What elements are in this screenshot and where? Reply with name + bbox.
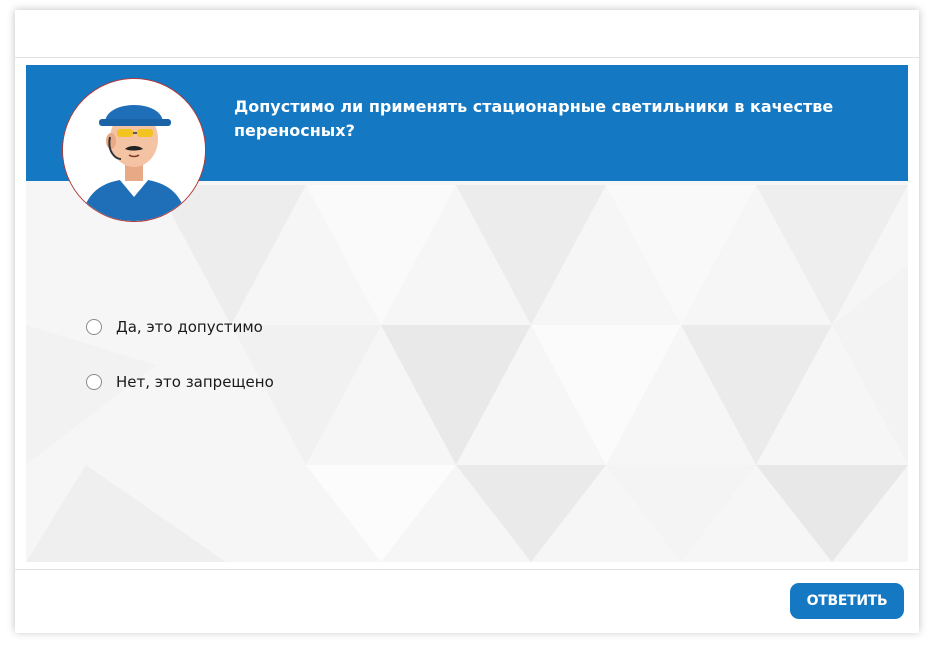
question-slide: Допустимо ли применять стационарные свет… — [26, 65, 908, 562]
quiz-window: Допустимо ли применять стационарные свет… — [15, 10, 919, 633]
answer-option[interactable]: Да, это допустимо — [86, 315, 274, 339]
question-text: Допустимо ли применять стационарные свет… — [234, 97, 834, 140]
submit-button[interactable]: ОТВЕТИТЬ — [790, 583, 904, 619]
answer-option[interactable]: Нет, это запрещено — [86, 370, 274, 394]
answer-option-label: Да, это допустимо — [116, 318, 263, 336]
radio-button[interactable] — [86, 374, 102, 390]
answer-options: Да, это допустимо Нет, это запрещено — [86, 315, 274, 425]
radio-button[interactable] — [86, 319, 102, 335]
top-bar — [15, 10, 919, 58]
worker-avatar-icon — [62, 78, 206, 222]
bottom-bar: ОТВЕТИТЬ — [15, 569, 919, 633]
answer-option-label: Нет, это запрещено — [116, 373, 274, 391]
